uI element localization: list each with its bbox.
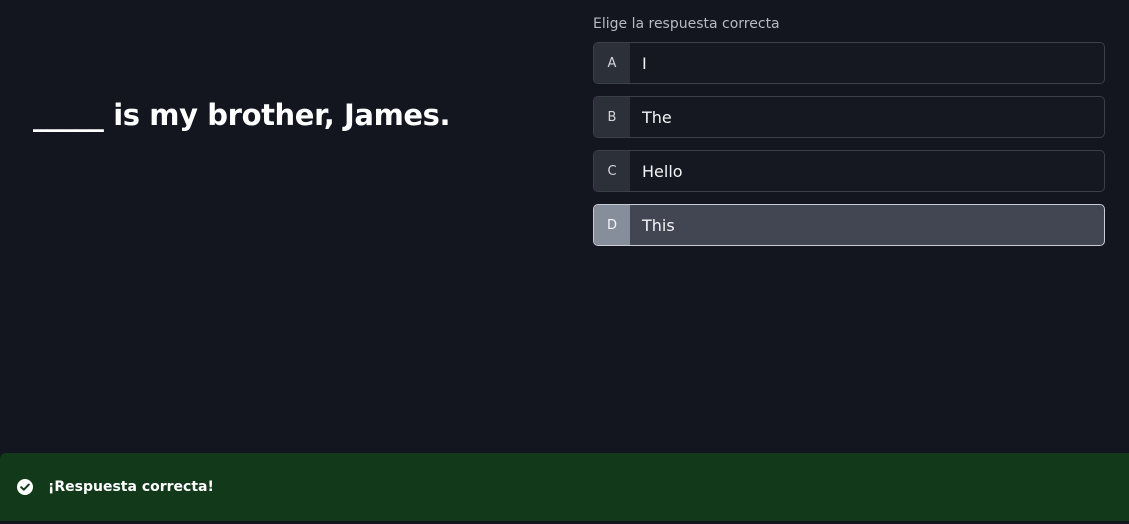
answer-panel: Elige la respuesta correcta A I B The C … xyxy=(593,14,1105,258)
feedback-message: ¡Respuesta correcta! xyxy=(48,479,214,495)
option-label: The xyxy=(642,107,672,127)
quiz-page: _____ is my brother, James. Elige la res… xyxy=(0,0,1129,524)
answer-option-a[interactable]: A I xyxy=(593,42,1105,84)
answer-option-d[interactable]: D This xyxy=(593,204,1105,246)
option-letter: A xyxy=(594,43,630,83)
option-label: Hello xyxy=(642,161,683,181)
answer-option-b[interactable]: B The xyxy=(593,96,1105,138)
option-letter: B xyxy=(594,97,630,137)
option-label: I xyxy=(642,53,647,73)
option-letter: D xyxy=(594,205,630,245)
option-label: This xyxy=(642,215,675,235)
feedback-banner: ¡Respuesta correcta! xyxy=(0,453,1129,521)
check-circle-icon xyxy=(16,478,34,496)
option-letter: C xyxy=(594,151,630,191)
answer-prompt: Elige la respuesta correcta xyxy=(593,16,780,32)
question-text: _____ is my brother, James. xyxy=(33,98,451,132)
answer-option-c[interactable]: C Hello xyxy=(593,150,1105,192)
